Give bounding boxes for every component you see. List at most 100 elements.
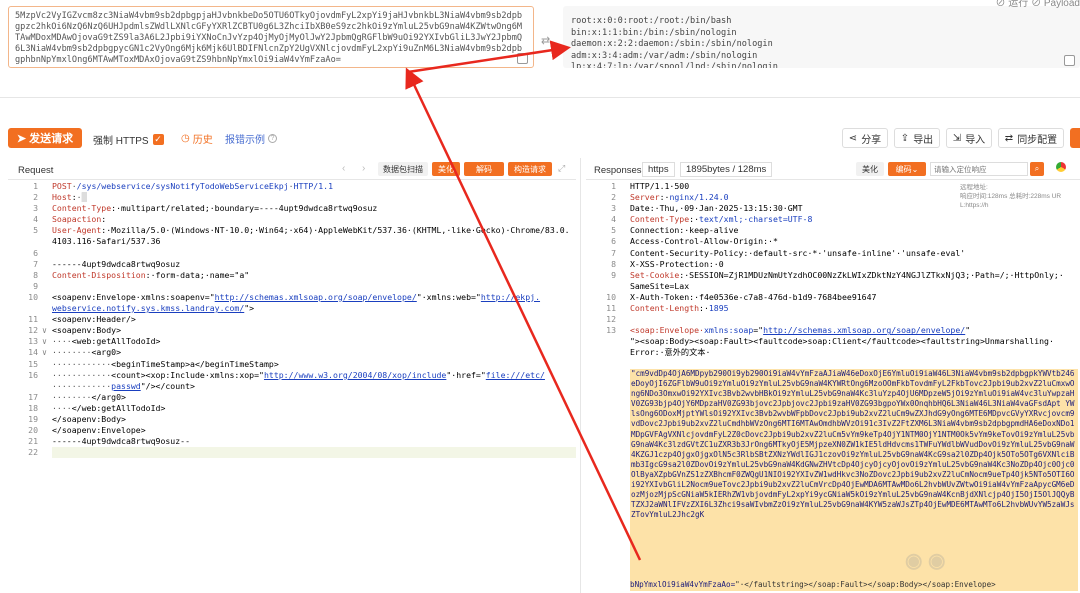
- request-panel-header: Request ‹ › 数据包扫描 美化 解码 构造请求 ⤢: [8, 158, 576, 180]
- code-line: </soapenv:Body>: [52, 413, 126, 424]
- search-icon[interactable]: ⌕: [1030, 162, 1044, 176]
- import-icon: ⇲: [952, 132, 962, 144]
- request-text: POST·/sys/webservice/sysNotifyTodoWebSer…: [52, 181, 576, 459]
- code-line: SameSite=Lax: [630, 280, 690, 291]
- fold-toggle-icon: [42, 214, 52, 225]
- checkbox-checked-icon[interactable]: ✓: [152, 134, 164, 145]
- line-number: 1: [611, 181, 616, 191]
- code-line: ------4upt9dwdca8rtwq9osuz: [52, 258, 181, 269]
- line-number: 4: [33, 214, 38, 225]
- line-number: 6: [611, 236, 616, 247]
- code-line: ····<web:getAllTodoId>: [52, 336, 161, 347]
- packet-scan-button[interactable]: 数据包扫描: [378, 162, 428, 176]
- share-icon: ⋖: [848, 132, 858, 144]
- code-line: ····</web:getAllTodoId>: [52, 402, 166, 413]
- copy-icon[interactable]: [1064, 55, 1075, 66]
- code-line: Content-Type:·text/xml;·charset=UTF-8: [630, 214, 813, 225]
- code-line: Error:·意外的文本·: [630, 347, 711, 358]
- line-number: 4: [611, 214, 616, 225]
- request-editor[interactable]: 1 2 3 4 5 6 7 8 9 10 11 12 13 14 15 16 17 18 19 20 21 22 ∨ ∨ ∨ …: [8, 181, 576, 593]
- sync-config-button[interactable]: ⇄ 同步配置: [998, 128, 1064, 148]
- response-tail: bNpYmxlOi9iaW4vYmFzaAo="·</faultstring><…: [630, 580, 996, 589]
- panel-divider[interactable]: [580, 158, 581, 593]
- line-number: 7: [611, 247, 616, 258]
- fold-toggle-icon: [42, 425, 52, 436]
- code-line: ············passwd"/></count>: [52, 380, 195, 391]
- decoded-line: adm:x:3:4:adm:/var/adm:/sbin/nologin: [571, 50, 758, 61]
- divider: [0, 97, 1080, 98]
- fold-markers: ∨ ∨ ∨: [42, 181, 52, 458]
- decode-button[interactable]: 解码: [464, 162, 504, 176]
- code-line: ········<arg0>: [52, 347, 122, 358]
- force-https-toggle[interactable]: 强制 HTTPS ✓: [93, 132, 164, 147]
- line-number: 18: [28, 402, 38, 413]
- line-number: [586, 347, 616, 358]
- line-number: 9: [33, 280, 38, 291]
- code-line: User-Agent:·Mozilla/5.0·(Windows·NT·10.0…: [52, 225, 570, 236]
- request-toolbar: ➤ 发送请求 强制 HTTPS ✓ ◷ 历史 报错示例 ? ⋖ 分享 ⇪ 导出 …: [0, 118, 1080, 158]
- fold-toggle-icon[interactable]: ∨: [42, 336, 52, 347]
- decoded-line: bin:x:1:1:bin:/bin:/sbin/nologin: [571, 27, 737, 38]
- fold-toggle-icon: [42, 359, 52, 370]
- line-number: 12: [28, 325, 38, 336]
- code-line: Soapaction:: [52, 214, 107, 225]
- line-number: 11: [606, 303, 616, 314]
- clock-icon: ◷: [181, 133, 190, 144]
- line-number: 20: [28, 425, 38, 436]
- encoding-dropdown[interactable]: 编码 ⌄: [888, 162, 926, 176]
- fold-toggle-icon: [42, 436, 52, 447]
- response-search-input[interactable]: [930, 162, 1028, 176]
- copy-icon[interactable]: [517, 53, 528, 64]
- response-title: Responses: [594, 165, 642, 176]
- beautify-button[interactable]: 美化: [856, 162, 884, 176]
- line-number: 7: [33, 258, 38, 269]
- code-line: Content-Type:·multipart/related;·boundar…: [52, 203, 378, 214]
- fold-toggle-icon: [42, 392, 52, 403]
- fold-toggle-icon[interactable]: ∨: [42, 347, 52, 358]
- send-request-button[interactable]: ➤ 发送请求: [8, 128, 82, 148]
- watermark: ◉ ◉: [905, 550, 946, 572]
- next-icon[interactable]: ›: [362, 163, 365, 174]
- line-number: 16: [28, 369, 38, 380]
- send-icon: ➤: [16, 132, 27, 145]
- beautify-button[interactable]: 美化: [432, 162, 460, 176]
- fold-toggle-icon[interactable]: ∨: [42, 325, 52, 336]
- export-button[interactable]: ⇪ 导出: [894, 128, 940, 148]
- code-line: 4103.116·Safari/537.36: [52, 236, 161, 247]
- prev-icon[interactable]: ‹: [342, 163, 345, 174]
- code-line: Content-Security-Policy:·default-src·*·'…: [630, 247, 966, 258]
- fold-toggle-icon: [42, 236, 52, 247]
- fold-toggle-icon: [42, 248, 52, 259]
- settings-edge-button[interactable]: [1070, 128, 1080, 148]
- build-request-button[interactable]: 构造请求: [508, 162, 552, 176]
- swap-icon[interactable]: ⇄: [541, 34, 550, 47]
- import-button[interactable]: ⇲ 导入: [946, 128, 992, 148]
- meta-line: 远程地址:: [960, 184, 988, 191]
- response-viewer[interactable]: 1 2 3 4 5 6 7 8 9 10 11 12 13 HTTP/1.1·500 Server:·ng…: [586, 181, 1080, 593]
- top-right-labels: ⊘ 运行 ⊘ Payload: [995, 0, 1080, 9]
- line-number: 10: [606, 291, 616, 302]
- fold-toggle-icon: [42, 203, 52, 214]
- chrome-icon[interactable]: [1056, 162, 1066, 172]
- expand-icon[interactable]: ⤢: [558, 163, 565, 174]
- line-number: [586, 281, 616, 292]
- fold-toggle-icon: [42, 270, 52, 281]
- code-line: [52, 447, 576, 459]
- base64-input[interactable]: 5MzpVc2VyIGZvcm8zc3NiaW4vbm9sb2dpbgpjaHJ…: [8, 6, 534, 68]
- code-line: </soapenv:Envelope>: [52, 425, 146, 436]
- line-number: 8: [611, 258, 616, 269]
- share-button[interactable]: ⋖ 分享: [842, 128, 888, 148]
- history-button[interactable]: ◷ 历史: [181, 131, 213, 146]
- line-number: 12: [606, 314, 616, 325]
- line-number: 10: [28, 291, 38, 302]
- error-example-link[interactable]: 报错示例 ?: [225, 131, 277, 146]
- line-number: 5: [611, 225, 616, 236]
- base64-decoder: 5MzpVc2VyIGZvcm8zc3NiaW4vbm9sb2dpbgpjaHJ…: [0, 0, 1080, 98]
- code-line: <soap:Envelope·xmlns:soap="http://schema…: [630, 325, 971, 336]
- line-number: 17: [28, 391, 38, 402]
- code-line: <soapenv:Header/>: [52, 314, 136, 325]
- code-line: Host:·█: [52, 192, 87, 203]
